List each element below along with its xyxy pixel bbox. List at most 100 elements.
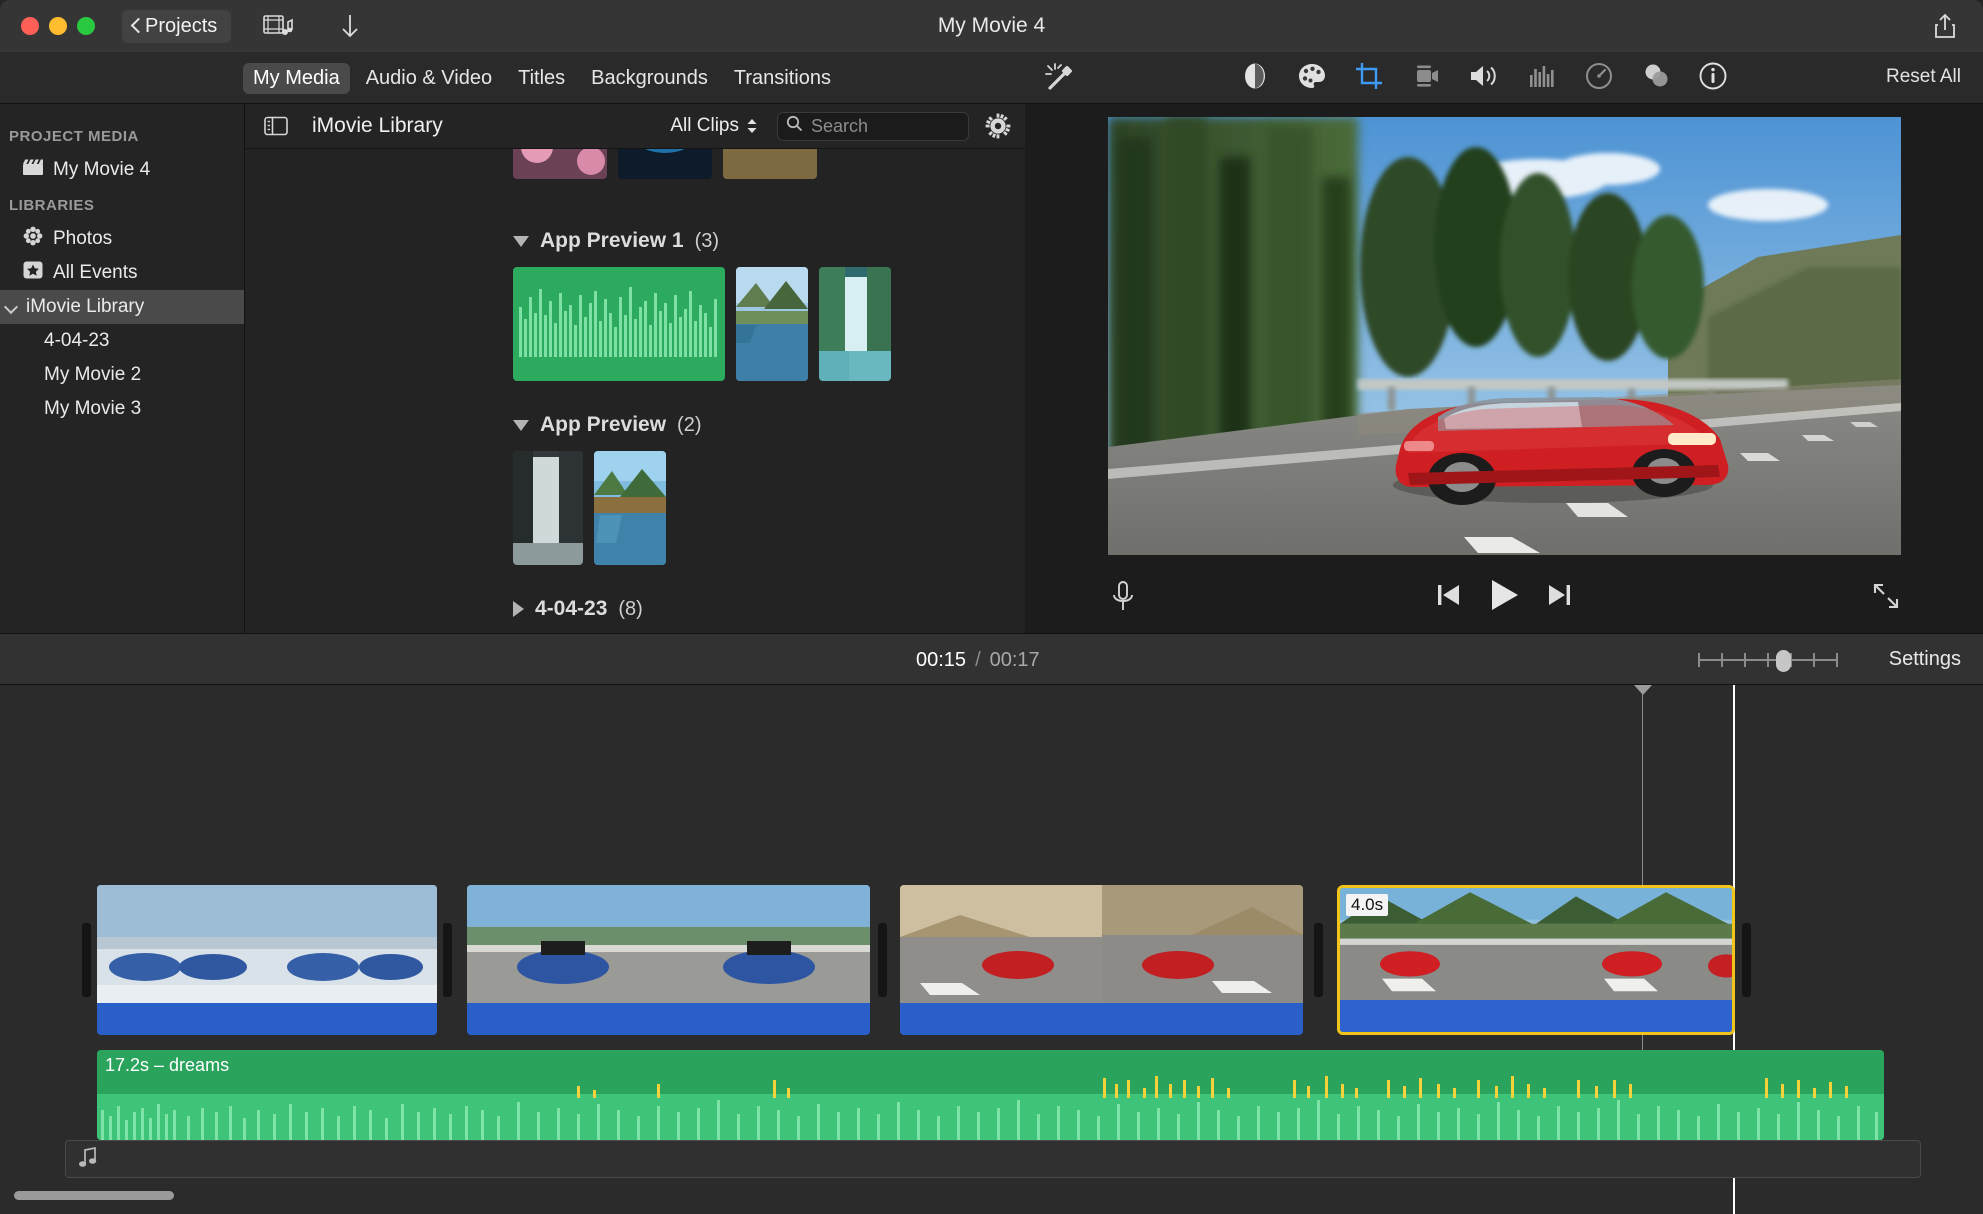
clip-trim-handle[interactable] [878, 923, 887, 997]
clip-trim-handle[interactable] [1314, 923, 1323, 997]
triangle-right-icon[interactable] [513, 601, 524, 617]
group-header-app-preview[interactable]: App Preview (2) [245, 405, 702, 445]
tab-audio-video[interactable]: Audio & Video [356, 63, 502, 94]
timeline-clip[interactable] [467, 885, 870, 1035]
crop-icon[interactable] [1354, 61, 1384, 96]
zoom-tick [1767, 653, 1769, 667]
media-thumbnail[interactable] [513, 149, 607, 179]
media-browser-controls: All Clips Searc [670, 112, 1025, 141]
zoom-tick [1813, 653, 1815, 667]
back-to-projects-button[interactable]: Projects [122, 10, 231, 43]
chevron-left-icon [130, 17, 141, 35]
speed-icon[interactable] [1584, 61, 1614, 96]
info-icon[interactable] [1698, 61, 1728, 96]
zoom-button[interactable] [77, 17, 95, 35]
sidebar-item-label: My Movie 4 [53, 159, 150, 181]
disclosure-icon[interactable] [4, 299, 20, 315]
sidebar-item-my-movie-2[interactable]: My Movie 2 [0, 358, 244, 392]
search-input[interactable]: Search [777, 112, 969, 141]
library-sidebar: PROJECT MEDIA My Movie 4 LIBRARIES [0, 104, 245, 633]
zoom-tick [1836, 653, 1838, 667]
timeline-extra-track[interactable] [65, 1140, 1921, 1178]
video-preview[interactable] [1108, 117, 1901, 555]
tab-backgrounds[interactable]: Backgrounds [581, 63, 718, 94]
clip-audio-bar [1340, 1000, 1732, 1032]
sidebar-item-imovie-library[interactable]: iMovie Library [0, 290, 244, 324]
sidebar-item-my-movie-3[interactable]: My Movie 3 [0, 392, 244, 426]
clip-duration-badge: 4.0s [1346, 894, 1388, 916]
timeline-clip-selected[interactable]: 4.0s [1337, 885, 1735, 1035]
sidebar-item-my-movie-4[interactable]: My Movie 4 [0, 153, 244, 187]
skimmer-handle[interactable] [1634, 685, 1652, 695]
timeline-zoom-slider[interactable] [1698, 650, 1838, 670]
tab-my-media[interactable]: My Media [243, 63, 350, 94]
skip-back-icon[interactable] [1435, 581, 1461, 614]
search-icon [786, 115, 803, 137]
play-icon[interactable] [1487, 577, 1521, 618]
zoom-slider-knob[interactable] [1776, 650, 1791, 672]
thumbnail-row-clipped [245, 149, 817, 179]
clip-trim-handle[interactable] [443, 923, 452, 997]
triangle-down-icon[interactable] [513, 420, 529, 431]
timeline-settings-button[interactable]: Settings [1889, 648, 1961, 671]
audio-waveform [97, 1050, 1884, 1140]
filter-icon[interactable] [1641, 61, 1671, 96]
timeline[interactable]: 4.0s [0, 685, 1983, 1214]
close-button[interactable] [21, 17, 39, 35]
sidebar-item-all-events[interactable]: All Events [0, 256, 244, 290]
minimize-button[interactable] [49, 17, 67, 35]
media-thumbnail-audio-waveform[interactable] [513, 267, 725, 381]
gear-icon[interactable] [985, 113, 1011, 139]
fullscreen-icon[interactable] [1871, 581, 1901, 616]
sidebar-section-libraries: LIBRARIES [0, 187, 244, 222]
zoom-tick [1744, 653, 1746, 667]
group-header-app-preview-1[interactable]: App Preview 1 (3) [245, 221, 719, 261]
triangle-down-icon[interactable] [513, 236, 529, 247]
media-browser-body[interactable]: App Preview 1 (3) [245, 149, 1025, 633]
clip-trim-handle[interactable] [1742, 923, 1751, 997]
media-import-icon[interactable] [263, 13, 293, 39]
media-thumbnail[interactable] [618, 149, 712, 179]
volume-icon[interactable] [1468, 61, 1500, 96]
share-icon[interactable] [1933, 12, 1957, 45]
clip-audio-bar [467, 1003, 870, 1035]
skip-forward-icon[interactable] [1547, 581, 1573, 614]
horizontal-scrollbar[interactable] [14, 1191, 174, 1200]
color-balance-icon[interactable] [1240, 61, 1270, 96]
timeline-music-clip[interactable]: 17.2s – dreams [97, 1050, 1884, 1140]
magic-wand-icon[interactable] [1044, 62, 1078, 99]
stabilization-icon[interactable] [1411, 61, 1441, 96]
media-browser-title: iMovie Library [312, 114, 443, 138]
group-count: (2) [677, 414, 701, 437]
media-thumbnail[interactable] [723, 149, 817, 179]
download-icon[interactable] [339, 12, 361, 40]
tab-titles[interactable]: Titles [508, 63, 575, 94]
sidebar-item-4-04-23[interactable]: 4-04-23 [0, 324, 244, 358]
music-note-icon [78, 1146, 98, 1173]
media-thumbnail-lake[interactable] [736, 267, 808, 381]
horizontal-scroll-track[interactable] [0, 1194, 1983, 1208]
sidebar-toggle-icon[interactable] [264, 116, 288, 136]
traffic-lights [21, 17, 95, 35]
time-display: 00:15 / 00:17 [916, 634, 1040, 686]
media-thumbnail-waterfall[interactable] [819, 267, 891, 381]
microphone-icon[interactable] [1108, 579, 1138, 620]
color-correction-icon[interactable] [1297, 61, 1327, 96]
group-name: App Preview 1 [540, 229, 684, 253]
clip-filmstrip [467, 885, 870, 1003]
timeline-clip[interactable] [97, 885, 437, 1035]
media-thumbnail-canyon[interactable] [594, 451, 666, 565]
group-header-4-04-23[interactable]: 4-04-23 (8) [245, 589, 643, 629]
clip-trim-handle[interactable] [82, 923, 91, 997]
reset-all-button[interactable]: Reset All [1886, 66, 1961, 88]
clip-filmstrip [900, 885, 1303, 1003]
equalizer-icon[interactable] [1527, 61, 1557, 96]
viewer-pane: Reset All [1025, 52, 1983, 633]
timeline-clip[interactable] [900, 885, 1303, 1035]
sidebar-item-photos[interactable]: Photos [0, 222, 244, 256]
clips-filter-select[interactable]: All Clips [670, 115, 758, 137]
media-thumbnail-waterfall-2[interactable] [513, 451, 583, 565]
tab-transitions[interactable]: Transitions [724, 63, 841, 94]
media-browser: iMovie Library All Clips [245, 104, 1025, 633]
media-browser-header: iMovie Library All Clips [245, 104, 1025, 149]
